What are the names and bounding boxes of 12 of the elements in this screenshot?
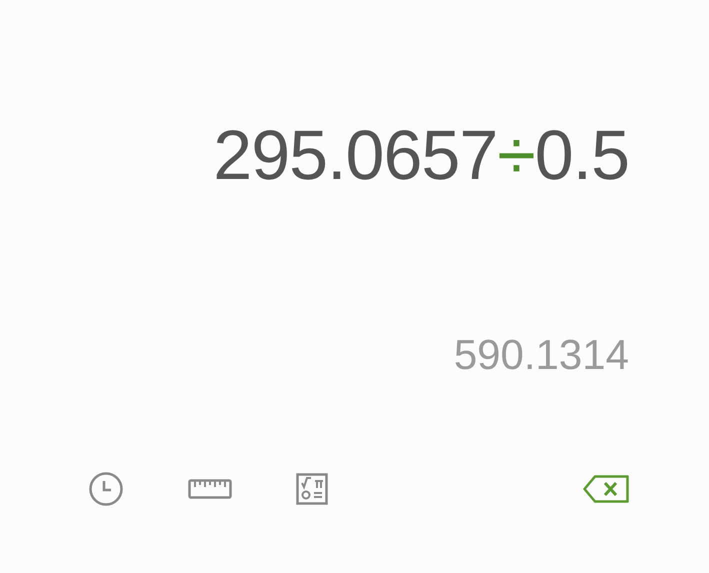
expression-number: 0.5 — [534, 115, 629, 196]
converter-button[interactable] — [188, 478, 232, 500]
clock-icon — [88, 471, 124, 507]
operator: ÷ — [497, 115, 535, 196]
result-preview: 590.1314 — [454, 330, 629, 380]
history-button[interactable] — [88, 471, 124, 507]
backspace-icon — [583, 475, 629, 503]
backspace-button[interactable] — [583, 475, 629, 503]
math-symbols-icon — [296, 473, 328, 505]
scientific-button[interactable] — [296, 473, 328, 505]
ruler-icon — [188, 478, 232, 500]
expression-number: 295.0657 — [213, 115, 498, 196]
